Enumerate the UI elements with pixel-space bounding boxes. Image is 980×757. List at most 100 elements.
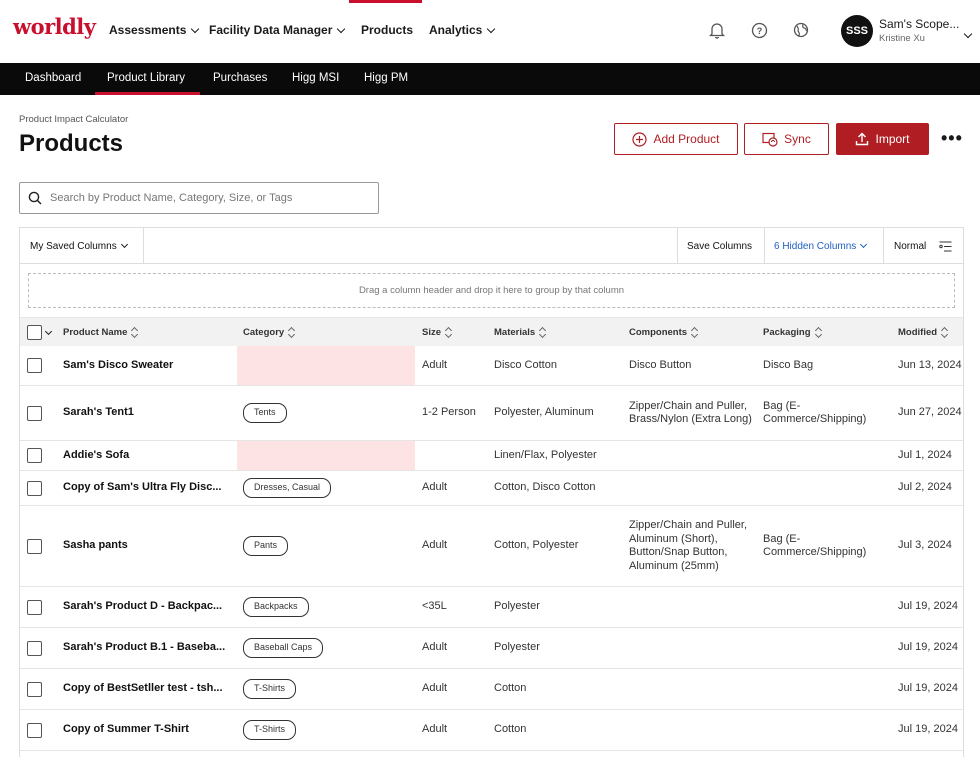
more-options-icon[interactable]: ••• — [941, 129, 963, 147]
nav-products[interactable]: Products — [361, 23, 413, 37]
divider — [764, 228, 765, 264]
table-row[interactable]: Sarah's Product B.1 - Baseba... Baseball … — [20, 628, 963, 669]
cell-name[interactable]: Copy of Sam's Ultra Fly Disc... — [63, 471, 233, 505]
chevron-down-icon — [191, 24, 200, 33]
select-all-checkbox[interactable] — [27, 325, 42, 340]
subnav-higg-msi[interactable]: Higg MSI — [292, 72, 339, 84]
table-row[interactable]: Sasha pants Pants Adult Cotton, Polyester Zi… — [20, 506, 963, 587]
page-title: Products — [19, 130, 124, 157]
cell-materials: Cotton, Disco Cotton — [494, 481, 596, 494]
search-field[interactable] — [19, 182, 379, 214]
density-dropdown[interactable]: Normal — [894, 228, 952, 264]
cell-name[interactable]: Sarah's Tent1 — [63, 386, 233, 440]
cell-name[interactable]: Sarah's Product B.1 - Baseba... — [63, 628, 233, 668]
my-saved-columns-dropdown[interactable]: My Saved Columns — [30, 228, 128, 264]
sub-navigation: Dashboard Product Library Purchases Higg… — [0, 63, 980, 95]
column-header-size[interactable]: Size — [422, 318, 453, 347]
column-header-modified[interactable]: Modified — [898, 318, 949, 347]
table-row[interactable]: Addie's Sofa Linen/Flax, Polyester Jul 1, … — [20, 441, 963, 471]
sort-icon — [815, 327, 823, 338]
bell-icon[interactable] — [708, 21, 726, 39]
cell-size: Adult — [422, 481, 448, 494]
column-label: Size — [422, 327, 442, 338]
nav-analytics[interactable]: Analytics — [429, 23, 496, 37]
chevron-down-icon[interactable] — [963, 24, 973, 42]
globe-icon[interactable] — [792, 21, 810, 39]
row-checkbox[interactable] — [27, 722, 42, 738]
subnav-higg-pm[interactable]: Higg PM — [364, 72, 408, 84]
cell-name[interactable]: Sam's Disco Sweater — [63, 346, 233, 385]
user-scope-name[interactable]: Sam's Scope... — [879, 17, 959, 31]
table-row[interactable]: Sam's Disco Sweater Adult Disco Cotton Disc… — [20, 346, 963, 386]
row-select-cell — [27, 441, 42, 470]
help-icon[interactable]: ? — [750, 21, 768, 39]
worldly-logo[interactable]: worldly — [13, 14, 96, 39]
hidden-columns-dropdown[interactable]: 6 Hidden Columns — [774, 228, 868, 264]
row-checkbox[interactable] — [27, 480, 42, 496]
chevron-down-icon — [120, 240, 128, 249]
nav-assessments[interactable]: Assessments — [109, 23, 200, 37]
products-table: My Saved Columns Save Columns 6 Hidden C… — [19, 227, 964, 757]
category-tag[interactable]: T-Shirts — [243, 720, 297, 740]
cell-components — [629, 669, 757, 709]
svg-text:?: ? — [756, 26, 762, 36]
row-checkbox[interactable] — [27, 405, 42, 421]
table-row[interactable]: Sarah's Product D - Backpac... Backpacks <… — [20, 587, 963, 628]
row-checkbox[interactable] — [27, 358, 42, 373]
cell-name[interactable]: Sarah's Product D - Backpac... — [63, 587, 233, 627]
table-row[interactable]: Copy of Summer T-Shirt T-Shirts Adult Cotto… — [20, 710, 963, 751]
row-checkbox[interactable] — [27, 640, 42, 656]
import-button[interactable]: Import — [836, 123, 929, 155]
cell-size: Adult — [422, 358, 448, 371]
subnav-dashboard[interactable]: Dashboard — [25, 72, 81, 84]
group-by-dropzone[interactable]: Drag a column header and drop it here to… — [28, 273, 955, 308]
add-product-button[interactable]: Add Product — [614, 123, 738, 155]
sort-icon — [445, 327, 453, 338]
search-input[interactable] — [50, 192, 360, 204]
table-row[interactable]: Copy of Sam's Ultra Fly Disc... Dresses, … — [20, 471, 963, 506]
subnav-purchases[interactable]: Purchases — [213, 72, 267, 84]
chevron-down-icon[interactable] — [44, 327, 53, 335]
category-tag[interactable]: Dresses, Casual — [243, 478, 332, 498]
row-checkbox[interactable] — [27, 681, 42, 697]
row-checkbox[interactable] — [27, 448, 42, 463]
add-product-label: Add Product — [653, 132, 720, 146]
cell-modified: Jun 27, 2024 — [898, 406, 962, 419]
cell-name[interactable]: Addie's Sofa — [63, 441, 233, 470]
row-checkbox[interactable] — [27, 538, 42, 554]
cell-size: <35L — [422, 600, 447, 613]
cell-materials: Polyester — [494, 600, 540, 613]
column-header-product-name[interactable]: Product Name — [63, 318, 139, 347]
table-row[interactable]: Copy of BestSetller test - tsh... T-Shirt… — [20, 669, 963, 710]
cell-modified: Jul 2, 2024 — [898, 481, 952, 494]
select-all-control[interactable] — [27, 318, 53, 347]
column-header-category[interactable]: Category — [243, 318, 296, 347]
cell-name[interactable]: Copy of Summer T-Shirt — [63, 710, 233, 750]
category-tag[interactable]: Baseball Caps — [243, 638, 324, 658]
save-columns-button[interactable]: Save Columns — [687, 228, 752, 264]
column-header-materials[interactable]: Materials — [494, 318, 547, 347]
category-tag[interactable]: T-Shirts — [243, 679, 297, 699]
breadcrumb[interactable]: Product Impact Calculator — [19, 114, 128, 125]
category-tag[interactable]: Pants — [243, 536, 289, 556]
column-header-packaging[interactable]: Packaging — [763, 318, 823, 347]
subnav-product-library[interactable]: Product Library — [107, 72, 185, 84]
sync-button[interactable]: Sync — [744, 123, 829, 155]
cell-materials: Linen/Flax, Polyester — [494, 448, 597, 461]
cell-components — [629, 628, 757, 668]
category-tag[interactable]: Tents — [243, 403, 287, 423]
cell-modified: Jul 1, 2024 — [898, 448, 952, 461]
nav-facility-data-manager[interactable]: Facility Data Manager — [209, 23, 346, 37]
avatar[interactable]: SSS — [841, 15, 873, 47]
category-tag[interactable]: Backpacks — [243, 597, 309, 617]
table-row[interactable]: Sarah's Tent1 Tents 1-2 Person Polyester, A… — [20, 386, 963, 441]
cell-packaging — [763, 587, 893, 627]
cell-name[interactable]: Sasha pants — [63, 506, 233, 586]
cell-name[interactable]: Copy of BestSetller test - tsh... — [63, 669, 233, 709]
row-checkbox[interactable] — [27, 599, 42, 615]
column-header-components[interactable]: Components — [629, 318, 699, 347]
cell-materials: Cotton, Polyester — [494, 539, 579, 552]
row-select-cell — [27, 506, 42, 586]
cell-components: Zipper/Chain and Puller, Brass/Nylon (Ex… — [629, 399, 752, 426]
column-label: Materials — [494, 327, 536, 338]
